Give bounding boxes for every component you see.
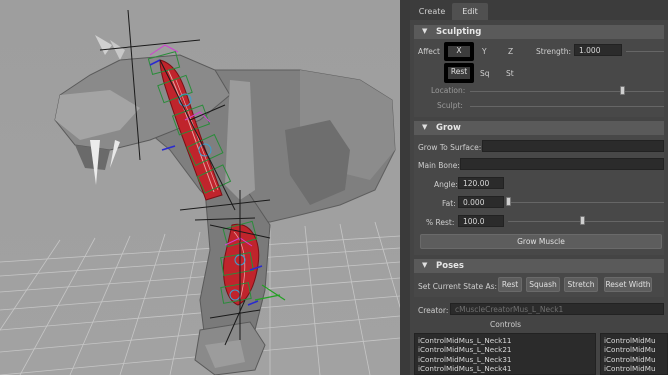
main-bone-label: Main Bone: — [418, 161, 460, 170]
angle-label: Angle: — [434, 180, 458, 189]
list-item[interactable]: iControlMidMus_L_Neck11 — [418, 336, 592, 345]
list-item[interactable]: iControlMidMu — [604, 364, 664, 373]
sculpting-section-header[interactable]: ▼ Sculpting — [414, 25, 664, 39]
controls-label: Controls — [490, 320, 522, 329]
strength-field[interactable]: 1.000 — [574, 44, 622, 56]
tab-create[interactable]: Create — [413, 3, 451, 20]
angle-field[interactable]: 120.00 — [458, 177, 504, 189]
poses-section-header[interactable]: ▼ Poses — [414, 259, 664, 273]
axis-y-button[interactable]: Y — [482, 47, 487, 56]
rest-percent-slider-knob[interactable] — [580, 216, 585, 225]
location-slider[interactable] — [470, 91, 664, 92]
fat-label: Fat: — [442, 199, 456, 208]
fat-field[interactable]: 0.000 — [458, 196, 504, 208]
main-bone-field[interactable] — [460, 158, 664, 170]
pose-squash-button[interactable]: Squash — [526, 277, 560, 292]
strength-label: Strength: — [536, 47, 571, 56]
list-item[interactable]: iControlMidMu — [604, 345, 664, 354]
sculpting-section-body: Affect X Y Z Strength: 1.000 Rest Sq St … — [414, 39, 664, 117]
muscle-editor-panel: Create Edit ▼ Sculpting Affect X Y Z Str… — [410, 0, 668, 375]
sculpt-label: Sculpt: — [437, 101, 463, 110]
panel-divider[interactable] — [400, 0, 410, 375]
grow-muscle-button[interactable]: Grow Muscle — [420, 234, 662, 249]
list-item[interactable]: iControlMidMus_L_Neck21 — [418, 345, 592, 354]
creator-field[interactable]: cMuscleCreatorMus_L_Neck1 — [450, 303, 664, 315]
tab-bar: Create Edit — [410, 0, 668, 20]
creator-label: Creator: — [418, 306, 449, 315]
poses-section-body: Set Current State As: Rest Squash Stretc… — [414, 273, 664, 297]
list-item[interactable]: iControlMidMu — [604, 355, 664, 364]
pose-reset-width-button[interactable]: Reset Width — [604, 277, 652, 292]
axis-x-button[interactable]: X — [444, 42, 474, 61]
list-item[interactable]: iControlMidMus_L_Neck41 — [418, 364, 592, 373]
grow-section-header[interactable]: ▼ Grow — [414, 121, 664, 135]
rest-button[interactable]: Rest — [444, 63, 474, 83]
st-button[interactable]: St — [506, 69, 514, 78]
controls-list[interactable]: iControlMidMus_L_Neck11 iControlMidMus_L… — [414, 333, 596, 375]
list-item[interactable]: iControlMidMu — [604, 336, 664, 345]
tab-edit[interactable]: Edit — [452, 3, 488, 20]
axis-z-button[interactable]: Z — [508, 47, 513, 56]
pose-rest-button[interactable]: Rest — [498, 277, 522, 292]
sculpt-slider[interactable] — [470, 106, 664, 107]
rest-percent-label: % Rest: — [426, 218, 455, 227]
location-slider-knob[interactable] — [620, 86, 625, 95]
grow-section-body: Grow To Surface: Main Bone: Angle: 120.0… — [414, 135, 664, 255]
sculpting-title: Sculpting — [436, 27, 482, 37]
sq-button[interactable]: Sq — [480, 69, 490, 78]
rest-percent-slider[interactable] — [508, 221, 664, 222]
grow-title: Grow — [436, 123, 461, 133]
strength-slider[interactable] — [626, 51, 664, 52]
rest-percent-field[interactable]: 100.0 — [458, 215, 504, 227]
collapse-arrow-icon: ▼ — [422, 123, 428, 131]
list-item[interactable]: iControlMidMus_L_Neck31 — [418, 355, 592, 364]
grow-to-surface-field[interactable] — [482, 140, 664, 152]
viewport-scene — [0, 9, 400, 375]
3d-viewport[interactable] — [0, 0, 400, 375]
affect-label: Affect — [418, 47, 440, 56]
collapse-arrow-icon: ▼ — [422, 261, 428, 269]
location-label: Location: — [431, 86, 466, 95]
collapse-arrow-icon: ▼ — [422, 27, 428, 35]
grow-to-surface-label: Grow To Surface: — [418, 143, 482, 152]
controls-list-right[interactable]: iControlMidMu iControlMidMu iControlMidM… — [600, 333, 668, 375]
pose-stretch-button[interactable]: Stretch — [564, 277, 598, 292]
poses-title: Poses — [436, 261, 464, 271]
set-state-label: Set Current State As: — [418, 282, 498, 291]
fat-slider-knob[interactable] — [506, 197, 511, 206]
fat-slider[interactable] — [508, 202, 664, 203]
